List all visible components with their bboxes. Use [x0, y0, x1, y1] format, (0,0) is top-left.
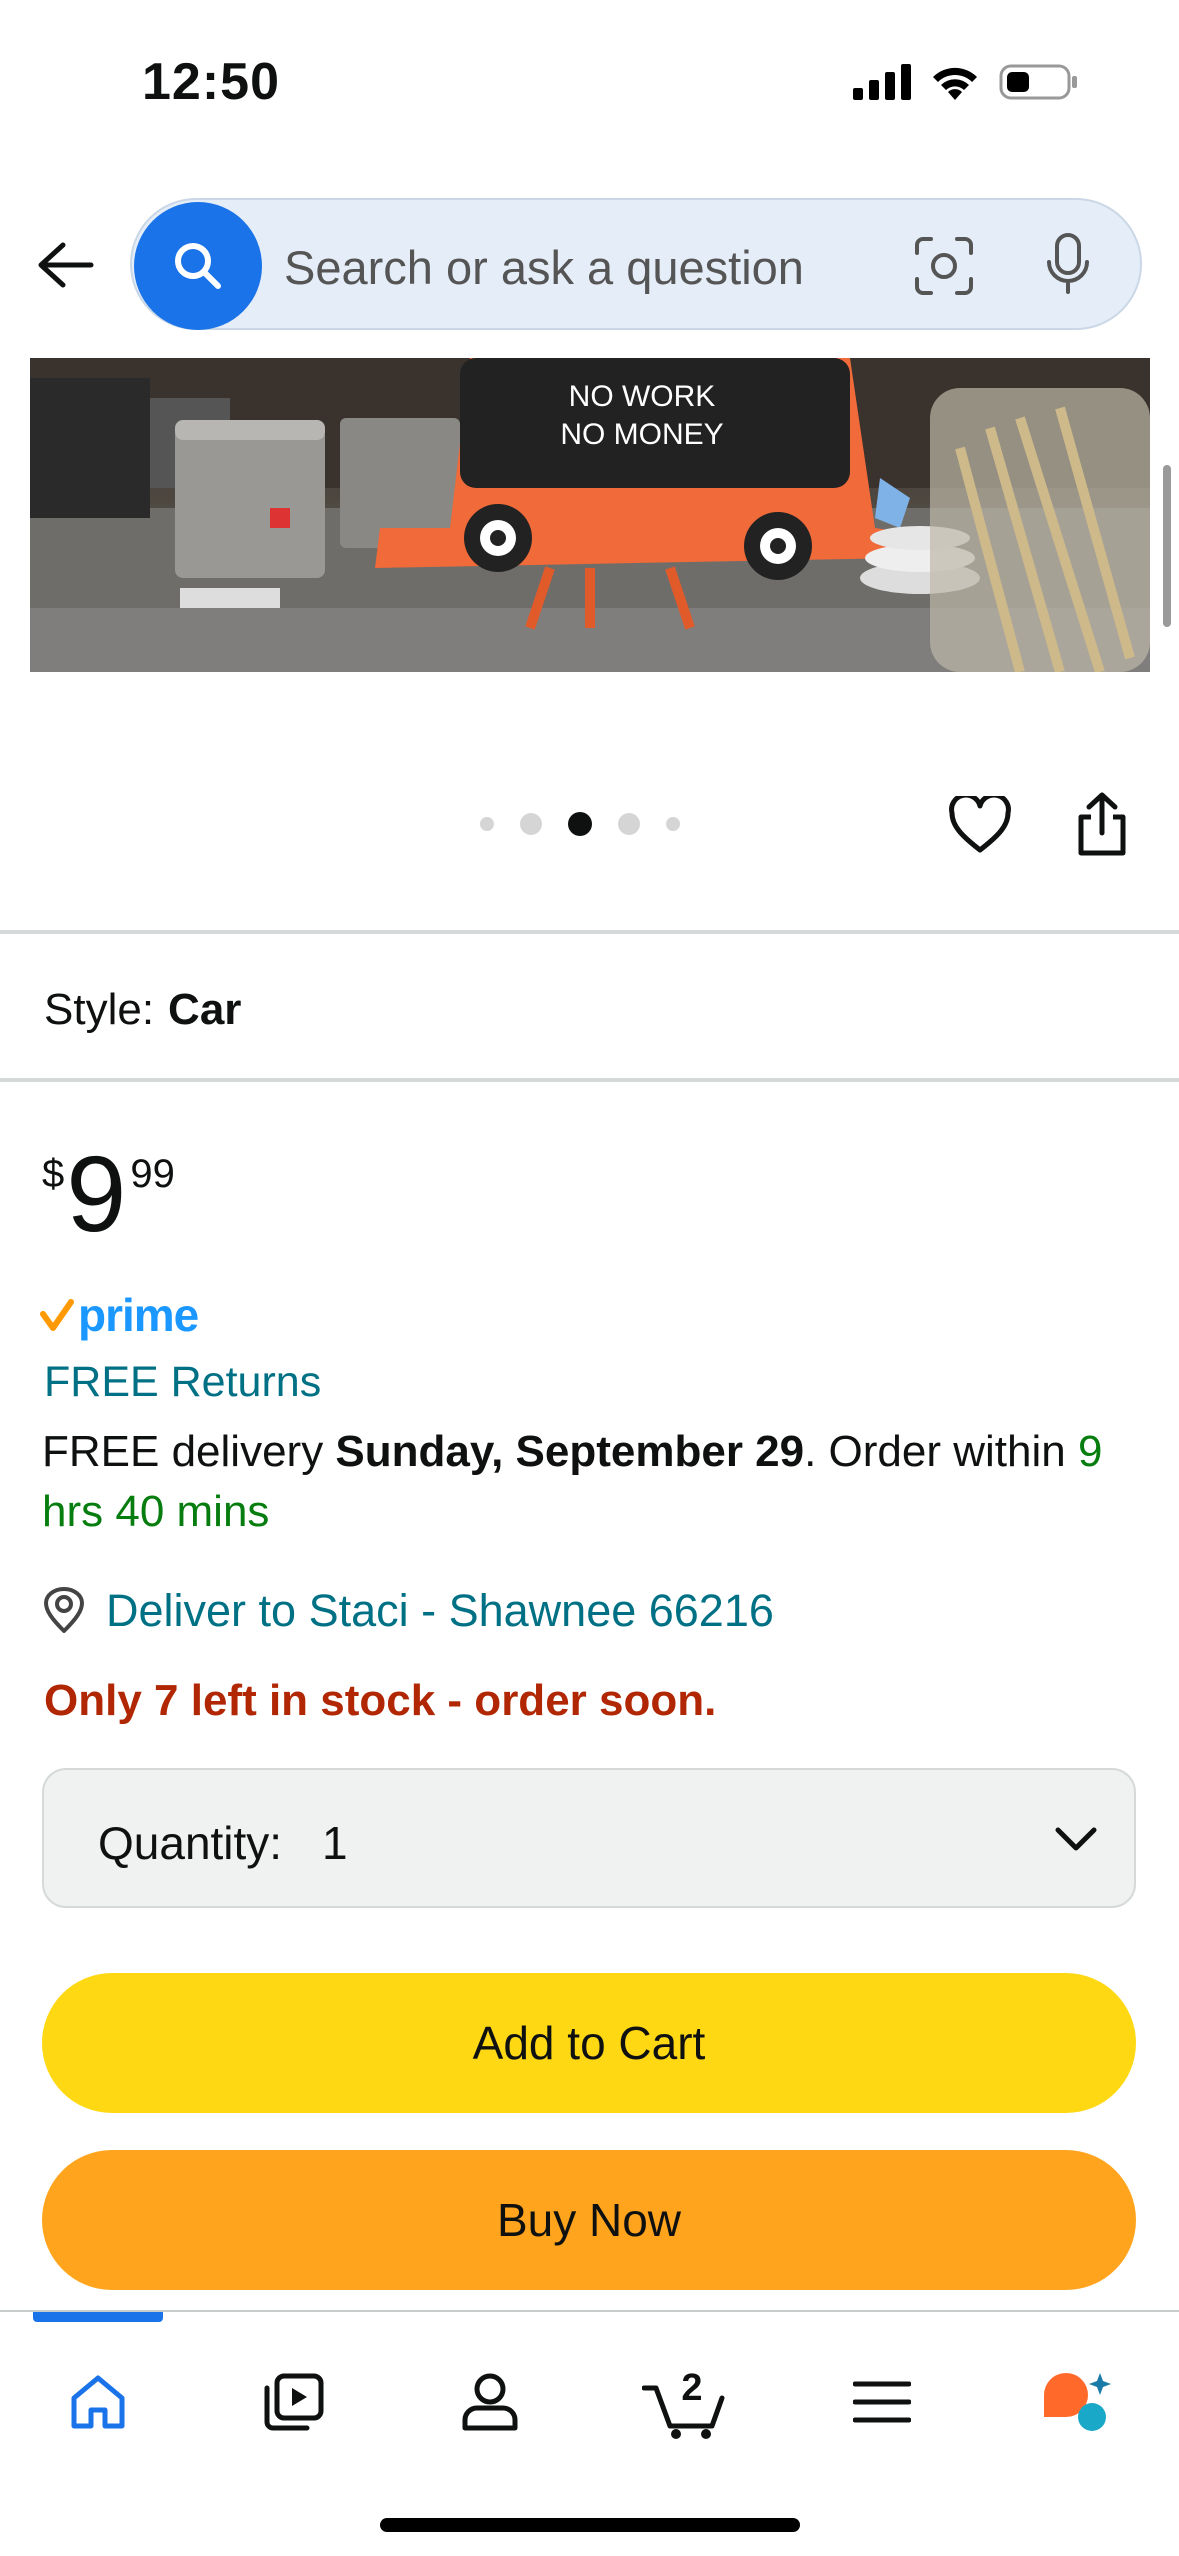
chevron-down-icon	[1048, 1812, 1104, 1868]
video-icon	[264, 2373, 324, 2431]
carousel-dot[interactable]	[520, 813, 542, 835]
status-icons	[853, 62, 1079, 102]
image-carousel-indicator[interactable]	[480, 812, 680, 836]
heart-icon	[949, 796, 1011, 853]
home-indicator[interactable]	[380, 2518, 800, 2532]
location-pin-icon	[44, 1587, 84, 1633]
cart-icon: 2	[642, 2367, 725, 2439]
quantity-value: 1	[322, 1817, 348, 1869]
divider	[0, 1078, 1179, 1082]
stock-status: Only 7 left in stock - order soon.	[44, 1676, 717, 1725]
bottom-tab-bar: 2	[0, 2310, 1179, 2556]
tab-cart[interactable]: 2	[636, 2352, 736, 2452]
share-icon	[1078, 792, 1126, 856]
prime-badge: prime	[40, 1289, 199, 1341]
back-button[interactable]	[30, 230, 100, 300]
sign-text-line2: NO MONEY	[560, 418, 723, 451]
share-button[interactable]	[1066, 786, 1138, 862]
search-icon	[175, 243, 221, 289]
quantity-label: Quantity:	[98, 1817, 283, 1869]
wifi-icon	[933, 67, 977, 100]
search-header: Search or ask a question	[0, 190, 1179, 340]
product-image[interactable]: NO WORK NO MONEY	[30, 358, 1150, 672]
page-scrollbar[interactable]	[1163, 465, 1171, 627]
tab-video[interactable]	[244, 2352, 344, 2452]
camera-scan-icon	[915, 237, 973, 295]
product-photo: NO WORK NO MONEY	[30, 358, 1150, 672]
home-icon	[71, 2375, 125, 2429]
style-selector[interactable]: Style: Car	[44, 985, 241, 1035]
delivery-date: Sunday, September 29	[335, 1427, 805, 1476]
carousel-dot-active[interactable]	[568, 812, 592, 836]
tab-account[interactable]	[440, 2352, 540, 2452]
style-label: Style:	[44, 985, 155, 1034]
deliver-to-text: Deliver to Staci - Shawnee 66216	[106, 1585, 774, 1636]
prime-text: prime	[78, 1289, 199, 1341]
tab-menu[interactable]	[832, 2352, 932, 2452]
carousel-dot[interactable]	[618, 813, 640, 835]
delivery-info: FREE delivery Sunday, September 29. Orde…	[42, 1422, 1142, 1542]
status-bar: 12:50	[0, 0, 1179, 170]
active-tab-indicator	[33, 2312, 163, 2322]
prime-check-icon	[40, 1299, 74, 1331]
menu-icon	[853, 2381, 911, 2423]
back-arrow-icon	[38, 242, 94, 288]
account-icon	[462, 2373, 518, 2431]
microphone-icon	[1047, 233, 1089, 294]
battery-icon	[999, 64, 1077, 100]
carousel-dot[interactable]	[480, 817, 494, 831]
price-whole: 9	[66, 1133, 127, 1254]
price-symbol: $	[42, 1152, 65, 1196]
free-returns-link[interactable]: FREE Returns	[44, 1358, 321, 1407]
search-input[interactable]: Search or ask a question	[284, 240, 804, 295]
voice-search-button[interactable]	[1032, 228, 1104, 300]
divider	[0, 930, 1179, 934]
tab-rufus[interactable]	[1028, 2352, 1128, 2452]
wishlist-button[interactable]	[944, 790, 1016, 860]
add-to-cart-button[interactable]: Add to Cart	[42, 1973, 1136, 2113]
buy-now-button[interactable]: Buy Now	[42, 2150, 1136, 2290]
cart-count: 2	[681, 2367, 702, 2409]
price: $ 9 99	[42, 1140, 175, 1248]
quantity-selector[interactable]: Quantity: 1	[42, 1768, 1136, 1908]
deliver-to-link[interactable]: Deliver to Staci - Shawnee 66216	[42, 1585, 774, 1637]
tab-home[interactable]	[48, 2352, 148, 2452]
signal-icon	[853, 64, 911, 100]
delivery-prefix: FREE delivery	[42, 1427, 336, 1476]
rufus-assistant-icon	[1044, 2373, 1111, 2431]
camera-search-button[interactable]	[908, 230, 980, 302]
search-button[interactable]	[134, 202, 262, 330]
search-bar[interactable]: Search or ask a question	[130, 198, 1142, 330]
style-value: Car	[168, 985, 242, 1034]
delivery-middle: . Order within	[804, 1427, 1078, 1476]
price-fraction: 99	[130, 1152, 175, 1196]
status-time: 12:50	[142, 53, 280, 111]
carousel-dot[interactable]	[666, 817, 680, 831]
sign-text-line1: NO WORK	[569, 380, 716, 413]
